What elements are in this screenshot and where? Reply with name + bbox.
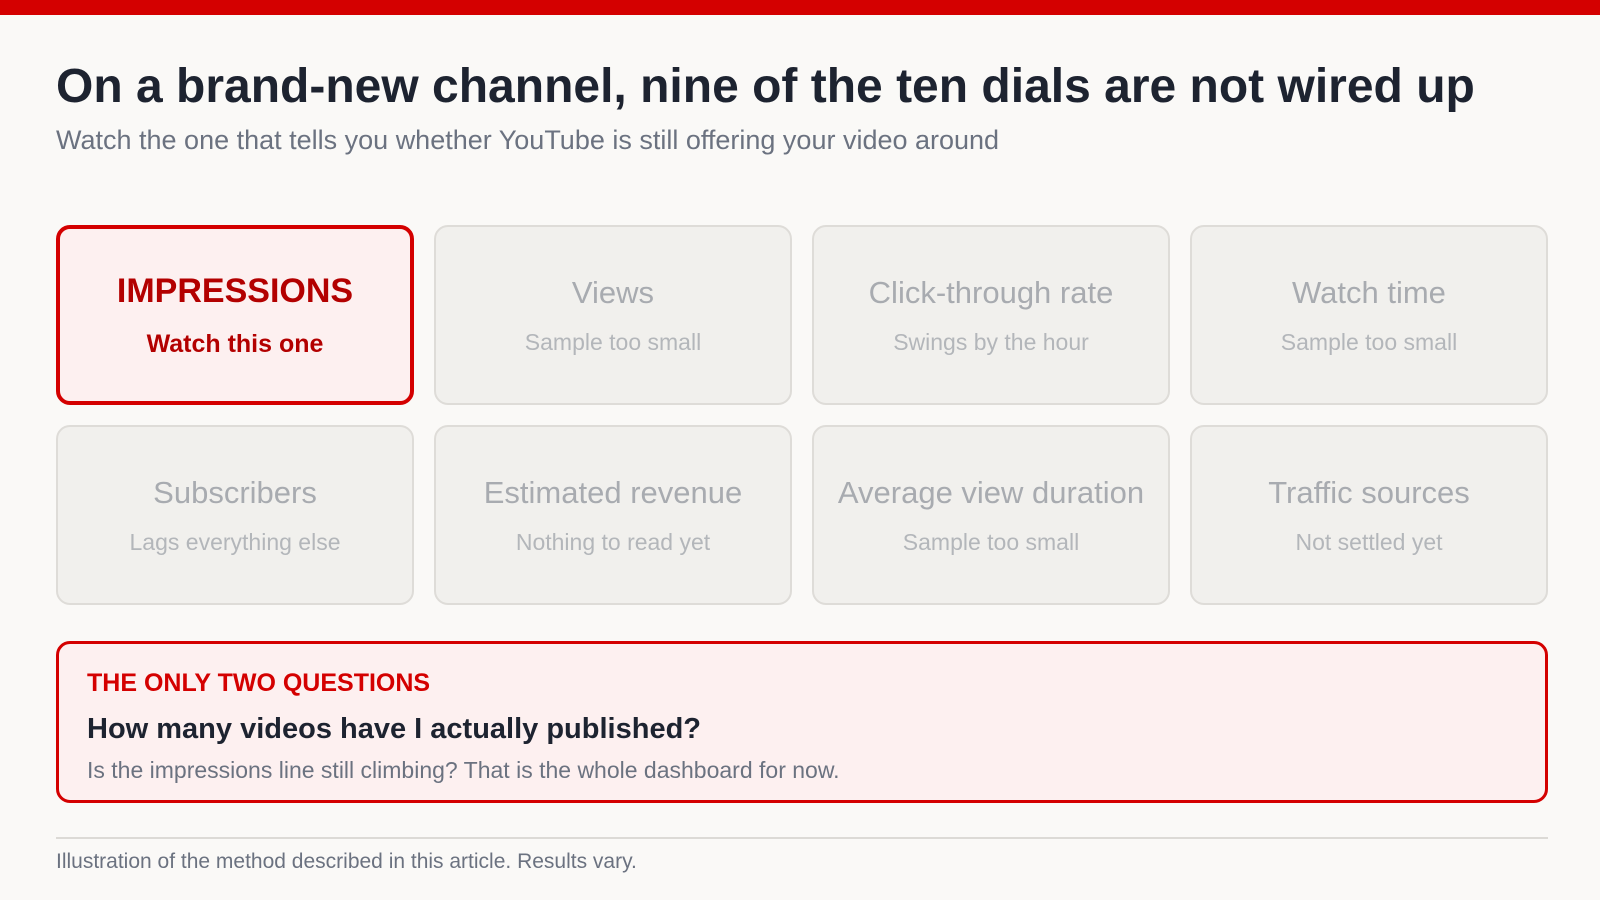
page-subtitle: Watch the one that tells you whether You… — [56, 125, 1000, 155]
callout-question: How many videos have I actually publishe… — [87, 713, 701, 745]
metric-title: Subscribers — [153, 474, 317, 510]
questions-callout: THE ONLY TWO QUESTIONS How many videos h… — [56, 641, 1548, 803]
metric-card-impressions: IMPRESSIONS Watch this one — [56, 225, 414, 405]
metric-card-traffic-sources: Traffic sources Not settled yet — [1190, 425, 1548, 605]
top-accent-bar — [0, 0, 1600, 15]
metric-card-average-view-duration: Average view duration Sample too small — [812, 425, 1170, 605]
page-title: On a brand-new channel, nine of the ten … — [56, 60, 1475, 113]
footnote: Illustration of the method described in … — [56, 850, 637, 873]
metric-card-estimated-revenue: Estimated revenue Nothing to read yet — [434, 425, 792, 605]
metric-card-click-through-rate: Click-through rate Swings by the hour — [812, 225, 1170, 405]
metric-note: Swings by the hour — [893, 328, 1089, 355]
metric-title: IMPRESSIONS — [116, 271, 354, 310]
metric-card-subscribers: Subscribers Lags everything else — [56, 425, 414, 605]
metric-note: Watch this one — [146, 330, 324, 359]
metric-title: Average view duration — [837, 474, 1145, 510]
callout-eyebrow: THE ONLY TWO QUESTIONS — [87, 669, 431, 697]
metric-note: Sample too small — [902, 528, 1080, 555]
callout-body: Is the impressions line still climbing? … — [87, 756, 840, 783]
metric-title: Click-through rate — [868, 274, 1114, 310]
metric-title: Watch time — [1292, 274, 1446, 310]
metric-note: Not settled yet — [1295, 528, 1443, 555]
metric-card-watch-time: Watch time Sample too small — [1190, 225, 1548, 405]
metric-note: Nothing to read yet — [515, 528, 711, 555]
metric-title: Estimated revenue — [483, 474, 743, 510]
metric-note: Sample too small — [1280, 328, 1458, 355]
metric-title: Views — [571, 274, 655, 310]
metric-card-views: Views Sample too small — [434, 225, 792, 405]
metric-title: Traffic sources — [1268, 474, 1470, 510]
footer-divider — [56, 837, 1548, 839]
metrics-grid: IMPRESSIONS Watch this one Views Sample … — [56, 225, 1548, 605]
metric-note: Sample too small — [524, 328, 702, 355]
metric-note: Lags everything else — [129, 528, 341, 555]
